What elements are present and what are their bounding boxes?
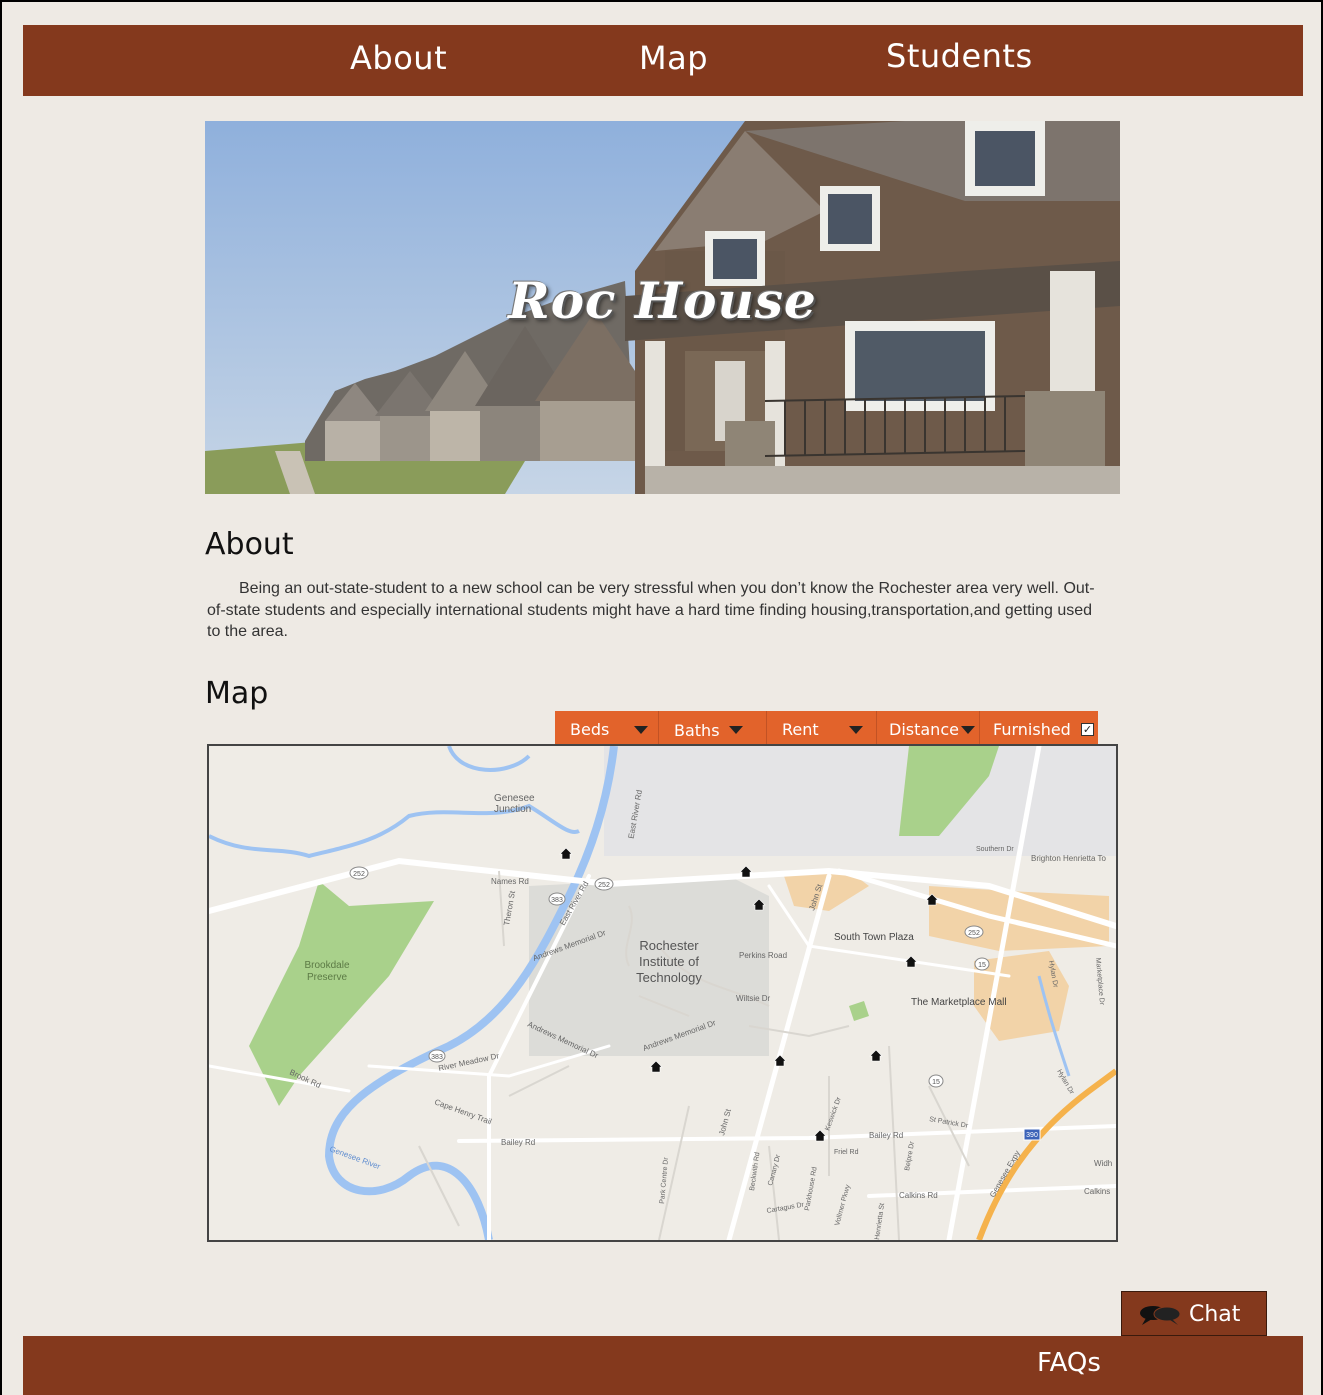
route-shield-252: 252: [353, 871, 365, 878]
nav-students-link[interactable]: Students: [886, 37, 1033, 75]
route-shield-252: 252: [598, 882, 610, 889]
filter-furnished-label: Furnished: [993, 720, 1071, 739]
label-southern-dr: Southern Dr: [976, 846, 1014, 853]
label-brookdale: Brookdale Preserve: [304, 960, 349, 983]
footer: FAQs: [23, 1336, 1303, 1395]
filter-distance-label: Distance: [889, 720, 959, 739]
label-brighton-henrietta: Brighton Henrietta To: [1031, 854, 1107, 863]
route-shield-383: 383: [551, 897, 563, 904]
filter-baths-dropdown[interactable]: Baths: [659, 711, 767, 747]
route-shield-252: 252: [968, 930, 980, 937]
chevron-down-icon: [729, 726, 743, 734]
chat-label: Chat: [1189, 1302, 1241, 1327]
filter-beds-label: Beds: [570, 720, 610, 739]
label-widh: Widh: [1094, 1159, 1112, 1168]
top-navigation: About Map Students: [23, 25, 1303, 96]
label-wiltsie-dr: Wiltsie Dr: [736, 994, 771, 1003]
filter-rent-dropdown[interactable]: Rent: [767, 711, 877, 747]
route-shield-15: 15: [978, 962, 986, 969]
map-heading: Map: [205, 676, 269, 711]
label-bailey-rd-east: Bailey Rd: [869, 1131, 903, 1140]
label-names-rd: Names Rd: [491, 877, 529, 886]
housing-map[interactable]: 252 252 252 383 383 15 15 390 Genesee Jun…: [207, 744, 1118, 1242]
label-calkins-east: Calkins: [1084, 1187, 1110, 1196]
chat-button[interactable]: Chat: [1121, 1291, 1267, 1336]
label-genesee-junction: Genesee Junction: [494, 793, 535, 815]
chat-bubbles-icon: [1140, 1306, 1181, 1325]
label-bailey-rd: Bailey Rd: [501, 1138, 535, 1147]
checkbox-icon[interactable]: ✓: [1081, 723, 1094, 736]
map-filter-bar: Beds Baths Rent Distance Furnished ✓: [555, 711, 1098, 747]
label-rit: Rochester Institute of Technology: [636, 938, 702, 985]
chevron-down-icon: [849, 726, 863, 734]
map-canvas[interactable]: 252 252 252 383 383 15 15 390 Genesee Jun…: [209, 746, 1116, 1240]
nav-about-link[interactable]: About: [350, 39, 447, 77]
about-paragraph: Being an out-state-student to a new scho…: [207, 580, 1095, 640]
hero-title: Roc House: [508, 271, 817, 330]
filter-furnished-toggle[interactable]: Furnished ✓: [980, 711, 1098, 747]
route-shield-383: 383: [431, 1054, 443, 1061]
route-shield-15: 15: [932, 1079, 940, 1086]
route-shield-390: 390: [1026, 1132, 1038, 1139]
faqs-link[interactable]: FAQs: [1037, 1348, 1101, 1378]
filter-beds-dropdown[interactable]: Beds: [555, 711, 659, 747]
label-south-town-plaza: South Town Plaza: [834, 932, 914, 943]
label-marketplace-mall: The Marketplace Mall: [911, 997, 1007, 1008]
hero-banner: Roc House: [205, 121, 1120, 494]
chevron-down-icon: [634, 726, 648, 734]
filter-distance-dropdown[interactable]: Distance: [877, 711, 980, 747]
chevron-down-icon: [961, 726, 975, 734]
nav-map-link[interactable]: Map: [639, 39, 708, 77]
filter-baths-label: Baths: [674, 721, 720, 740]
label-friel: Friel Rd: [834, 1149, 859, 1156]
filter-rent-label: Rent: [782, 720, 819, 739]
about-heading: About: [205, 527, 294, 562]
label-calkins-rd: Calkins Rd: [899, 1191, 938, 1200]
label-perkins-road: Perkins Road: [739, 951, 787, 960]
